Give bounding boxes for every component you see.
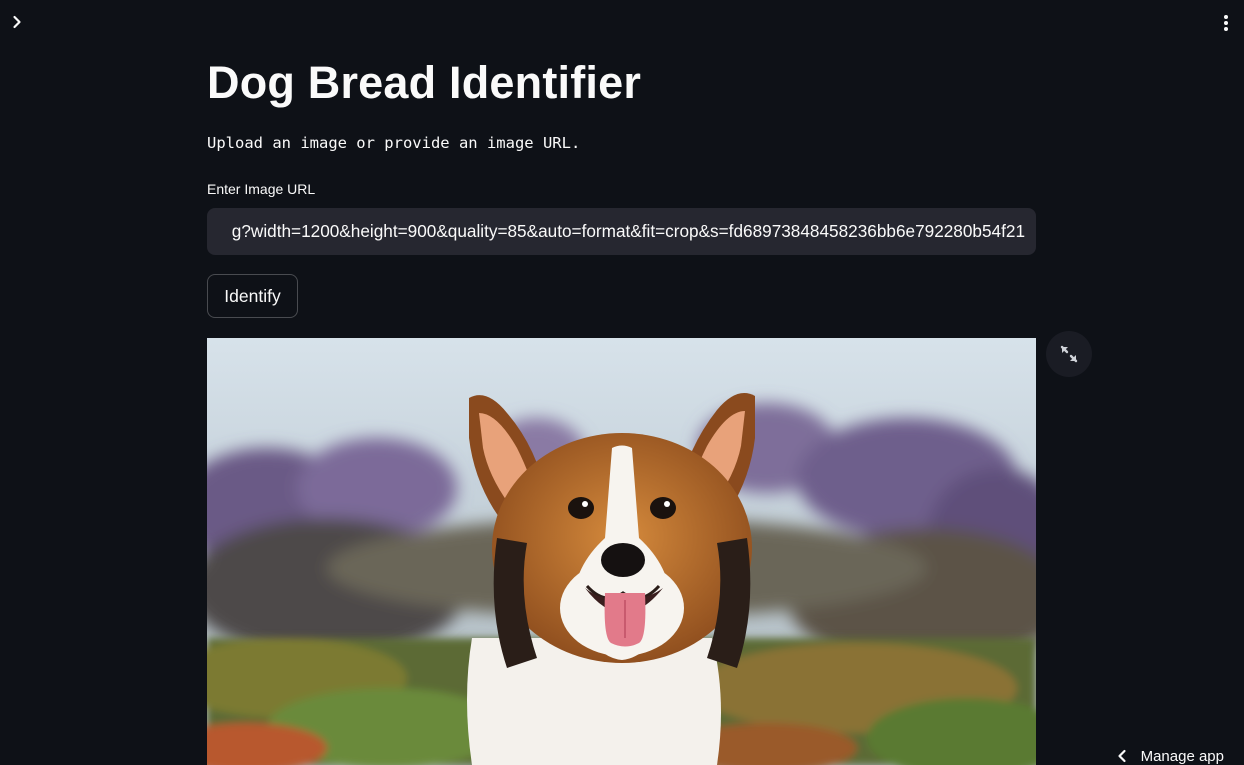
dog-image — [207, 338, 1036, 765]
manage-app-button[interactable]: Manage app — [1115, 746, 1224, 765]
page-subtitle: Upload an image or provide an image URL. — [207, 134, 581, 152]
page-title: Dog Bread Identifier — [207, 57, 642, 108]
main-menu-button[interactable] — [1216, 12, 1236, 34]
url-input-value: g?width=1200&height=900&quality=85&auto=… — [231, 221, 1025, 241]
url-input[interactable]: g?width=1200&height=900&quality=85&auto=… — [207, 208, 1036, 255]
manage-app-label: Manage app — [1140, 747, 1224, 765]
fullscreen-button[interactable] — [1046, 331, 1092, 377]
app-root: Dog Bread Identifier Upload an image or … — [0, 0, 1244, 765]
vertical-ellipsis-icon — [1224, 15, 1228, 31]
sidebar-toggle-button[interactable] — [7, 12, 27, 32]
url-field-label: Enter Image URL — [207, 181, 316, 197]
identify-button[interactable]: Identify — [207, 274, 298, 318]
chevron-right-icon — [13, 15, 21, 29]
chevron-left-icon — [1117, 749, 1126, 763]
expand-arrows-icon — [1060, 345, 1078, 363]
corgi-dog-photo — [207, 338, 1036, 765]
